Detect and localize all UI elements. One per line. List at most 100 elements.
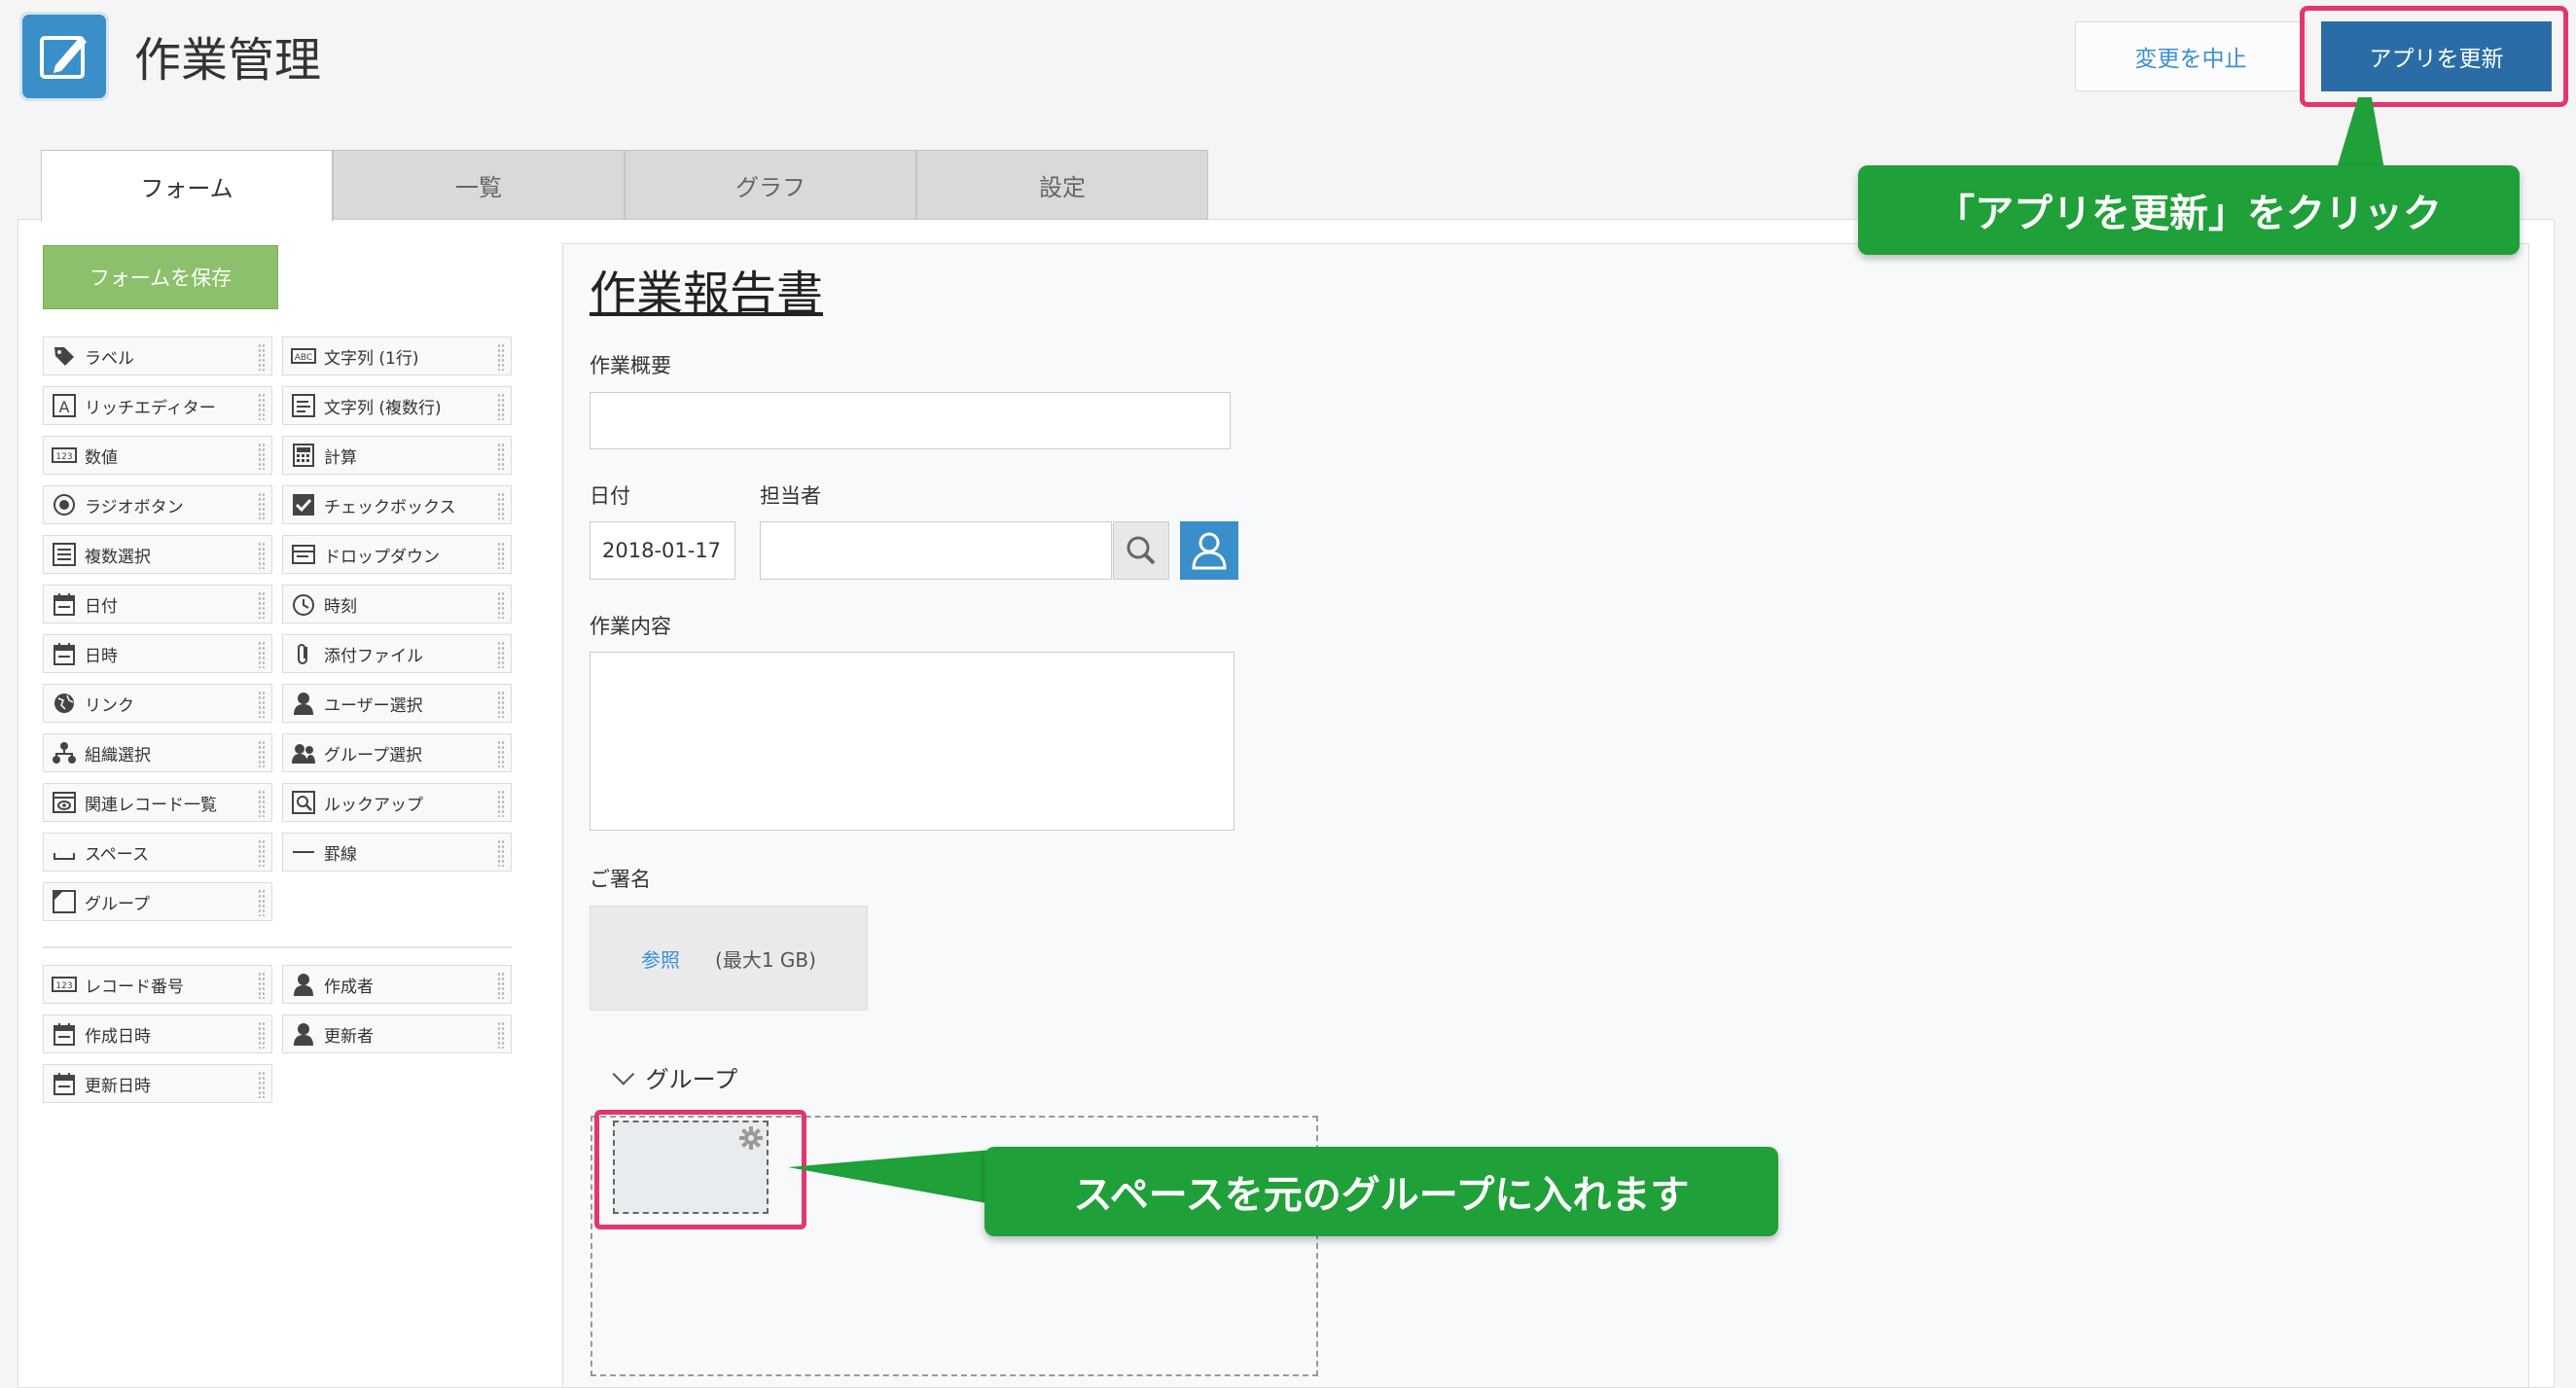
palette-item-label: レコード番号 [85,977,184,997]
palette-item[interactable]: 関連レコード一覧 [43,783,272,822]
drag-handle-icon[interactable] [497,591,505,619]
drag-handle-icon[interactable] [258,542,266,569]
palette-item[interactable]: 組織選択 [43,733,272,772]
checkbox-icon [291,492,316,517]
palette-item-label: 数値 [85,447,118,468]
palette-item-label: グループ [85,894,150,914]
palette-item[interactable]: リンク [43,684,272,723]
palette-item[interactable]: 罫線 [282,833,512,872]
drag-handle-icon[interactable] [497,1021,505,1049]
palette-item[interactable]: ラベル [43,337,272,375]
drag-handle-icon[interactable] [258,343,266,371]
drag-handle-icon[interactable] [497,641,505,668]
svg-text:123: 123 [55,452,72,462]
drag-handle-icon[interactable] [258,1071,266,1098]
palette-item-label: 添付ファイル [324,646,423,666]
drag-handle-icon[interactable] [497,790,505,817]
palette-item[interactable]: 添付ファイル [282,634,512,673]
palette-item[interactable]: 作成日時 [43,1014,272,1053]
palette-item[interactable]: ラジオボタン [43,485,272,524]
palette-item[interactable]: 文字列 (複数行) [282,386,512,425]
lookup-icon [291,790,316,815]
palette-item[interactable]: グループ [43,882,272,921]
date-field[interactable]: 2018-01-17 [590,521,735,580]
callout-update-app: 「アプリを更新」をクリック [1858,165,2520,255]
tab-graph[interactable]: グラフ [625,150,916,220]
palette-item[interactable]: 更新者 [282,1014,512,1053]
palette-item-label: リンク [85,695,134,716]
drag-handle-icon[interactable] [497,393,505,420]
search-icon [1127,536,1156,565]
tab-settings[interactable]: 設定 [916,150,1208,220]
drag-handle-icon[interactable] [497,740,505,767]
drag-handle-icon[interactable] [258,972,266,999]
palette-item[interactable]: ABC 文字列 (1行) [282,337,512,375]
palette-item-label: 組織選択 [85,745,151,765]
content-field[interactable] [590,652,1234,831]
drag-handle-icon[interactable] [258,443,266,470]
palette-item-label: 日付 [85,596,118,617]
palette-item[interactable]: ユーザー選択 [282,684,512,723]
assignee-search-button[interactable] [1113,521,1169,580]
drag-handle-icon[interactable] [258,790,266,817]
palette-item[interactable]: 時刻 [282,585,512,623]
palette-item[interactable]: 更新日時 [43,1064,272,1103]
palette-item-label: グループ選択 [324,745,422,765]
drag-handle-icon[interactable] [497,343,505,371]
drag-handle-icon[interactable] [497,492,505,519]
palette-item[interactable]: A リッチエディター [43,386,272,425]
drag-handle-icon[interactable] [497,839,505,867]
palette-item[interactable]: ルックアップ [282,783,512,822]
palette-item[interactable]: 123 レコード番号 [43,965,272,1004]
palette-item[interactable]: チェックボックス [282,485,512,524]
date-label: 日付 [590,484,630,508]
drag-handle-icon[interactable] [258,1021,266,1049]
browse-link[interactable]: 参照 [641,944,680,973]
number-icon: 123 [52,443,77,468]
svg-text:123: 123 [55,981,72,991]
palette-item[interactable]: ドロップダウン [282,535,512,574]
palette-item[interactable]: 計算 [282,436,512,475]
attachment-field: 参照 (最大1 GB) [590,906,868,1011]
related-records-icon [52,790,77,815]
palette-item[interactable]: 日付 [43,585,272,623]
callout-space-to-group: スペースを元のグループに入れます [984,1147,1778,1236]
palette-item[interactable]: 日時 [43,634,272,673]
max-size-text: (最大1 GB) [715,947,816,972]
summary-label: 作業概要 [590,354,671,377]
drag-handle-icon[interactable] [258,492,266,519]
palette-item-label: 文字列 (1行) [324,348,419,369]
assignee-user-button[interactable] [1180,521,1238,580]
cancel-changes-button[interactable]: 変更を中止 [2075,21,2307,91]
palette-item[interactable]: スペース [43,833,272,872]
drag-handle-icon[interactable] [497,972,505,999]
drag-handle-icon[interactable] [258,393,266,420]
palette-item[interactable]: 123 数値 [43,436,272,475]
drag-handle-icon[interactable] [258,740,266,767]
palette-item[interactable]: 作成者 [282,965,512,1004]
drag-handle-icon[interactable] [497,542,505,569]
drag-handle-icon[interactable] [258,839,266,867]
multi-select-icon [52,542,77,567]
palette-item-label: チェックボックス [324,497,456,517]
drag-handle-icon[interactable] [258,889,266,916]
tab-form[interactable]: フォーム [41,150,333,222]
drag-handle-icon[interactable] [258,691,266,718]
drag-handle-icon[interactable] [497,691,505,718]
summary-field[interactable] [590,392,1231,449]
palette-item-label: ラベル [85,348,134,369]
drag-handle-icon[interactable] [258,641,266,668]
group-header[interactable]: グループ [612,1060,738,1094]
palette-item[interactable]: 複数選択 [43,535,272,574]
save-form-button[interactable]: フォームを保存 [43,245,278,309]
assignee-field[interactable] [760,521,1112,580]
tab-list[interactable]: 一覧 [333,150,625,220]
group-label: グループ [645,1066,738,1093]
drag-handle-icon[interactable] [258,591,266,619]
radio-icon [52,492,77,517]
palette-item[interactable]: グループ選択 [282,733,512,772]
palette-item-label: 複数選択 [85,547,151,567]
form-title[interactable]: 作業報告書 [590,255,823,323]
palette-item-label: ドロップダウン [324,547,440,567]
drag-handle-icon[interactable] [497,443,505,470]
